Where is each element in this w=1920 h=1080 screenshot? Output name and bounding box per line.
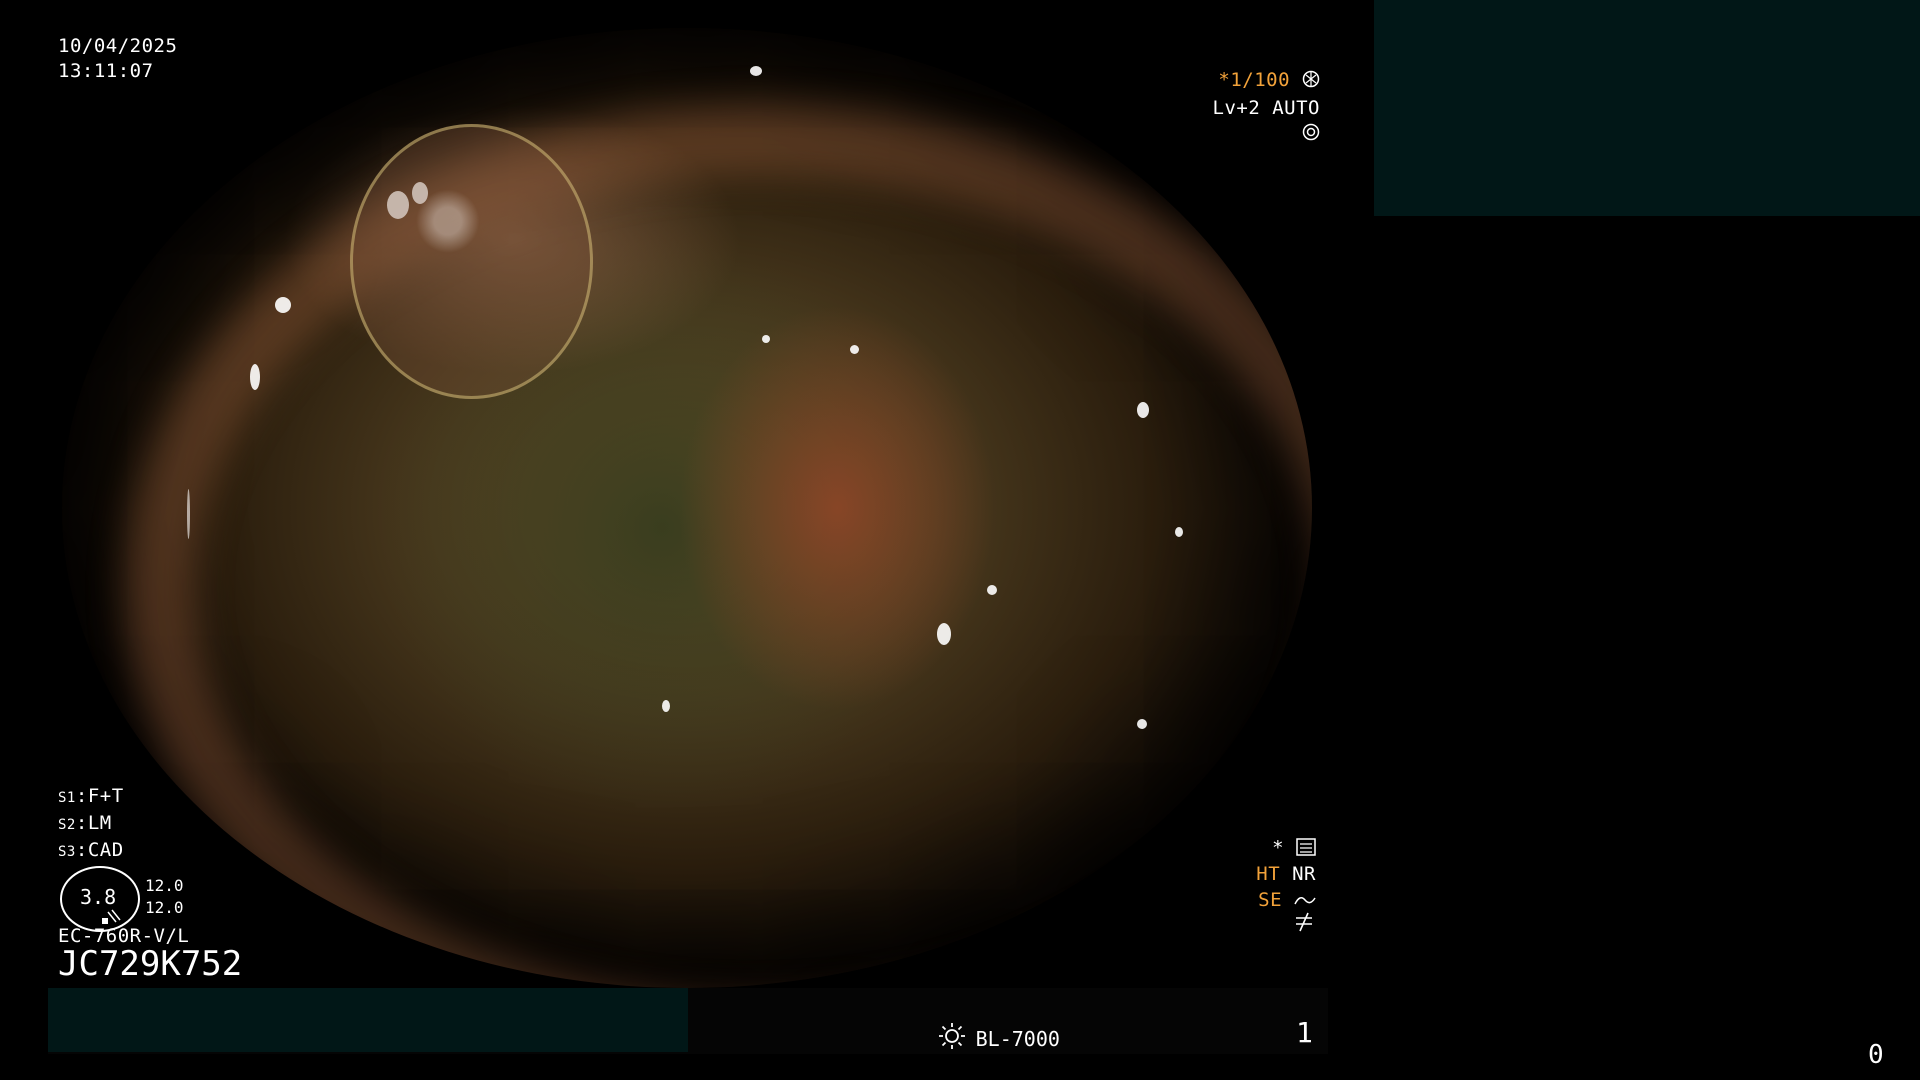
- indicator-ht-row: HT NR: [1230, 862, 1316, 887]
- date-text: 10/04/2025: [58, 35, 178, 57]
- time-text: 13:11:07: [58, 60, 154, 82]
- frame-number: 1: [1296, 1016, 1313, 1049]
- corner-number: 0: [1868, 1040, 1884, 1070]
- gauge-value: 3.8: [80, 885, 117, 909]
- star-indicator: *: [1272, 837, 1285, 859]
- gauge-line-2: 12.0: [145, 898, 184, 917]
- shutter-icon: [1302, 70, 1320, 88]
- ht-indicator: HT: [1256, 863, 1281, 885]
- gauge-readout: 12.0 12.0: [145, 875, 184, 919]
- level-settings: Lv+2 AUTO: [1190, 96, 1320, 146]
- shutter-text: *1/100: [1218, 69, 1291, 91]
- exposure-settings: *1/100: [1196, 68, 1320, 93]
- light-source-icon: [938, 1022, 966, 1050]
- endoscope-view: [62, 28, 1312, 988]
- light-source-text: BL-7000: [975, 1027, 1060, 1051]
- scope-serial: JC729K752: [58, 944, 243, 984]
- structure-icon: [1296, 838, 1316, 856]
- switch-s3: S3:CAD: [58, 839, 124, 861]
- top-right-panel: [1374, 0, 1920, 216]
- level-text: Lv+2: [1212, 97, 1261, 119]
- switch-s2: S2:LM: [58, 812, 112, 834]
- bottom-left-panel: [48, 988, 688, 1052]
- iris-icon: [1302, 123, 1320, 141]
- curve-icon: [1294, 892, 1316, 908]
- freeze-icon: [1294, 912, 1314, 932]
- datetime: 10/04/2025 13:11:07: [58, 34, 177, 84]
- nr-indicator: NR: [1292, 863, 1316, 885]
- mode-text: AUTO: [1272, 97, 1320, 119]
- gauge-marker-icon: [102, 908, 122, 924]
- light-source: BL-7000: [938, 1022, 1060, 1051]
- se-indicator: SE: [1258, 889, 1283, 911]
- switch-settings: S1:F+T S2:LM S3:CAD: [58, 784, 124, 865]
- gauge-line-1: 12.0: [145, 876, 184, 895]
- indicator-se-row: SE: [1240, 888, 1316, 913]
- indicator-star-row: *: [1240, 836, 1316, 861]
- switch-s1: S1:F+T: [58, 785, 124, 807]
